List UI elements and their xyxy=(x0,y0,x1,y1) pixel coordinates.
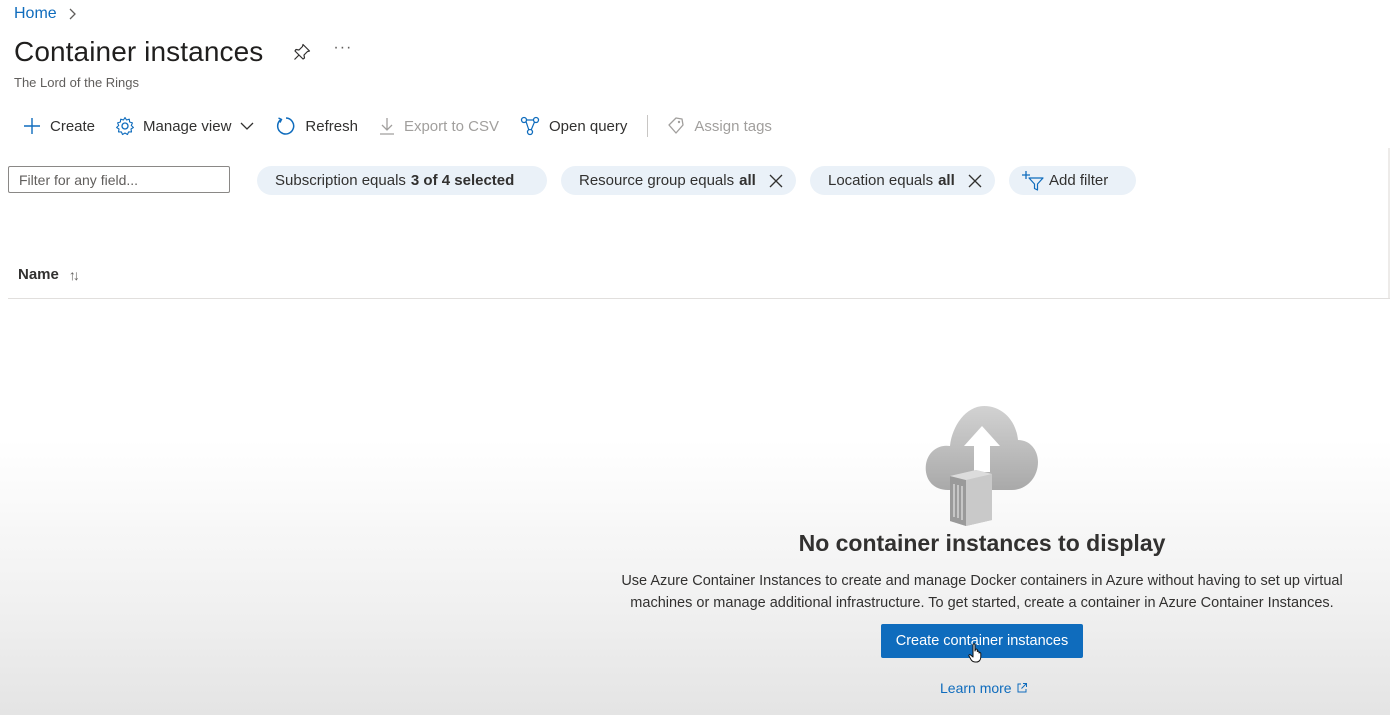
close-icon[interactable] xyxy=(967,173,983,189)
filter-pill-value: all xyxy=(739,172,756,189)
open-query-button[interactable]: Open query xyxy=(519,115,627,137)
filter-pill-subscription[interactable]: Subscription equals 3 of 4 selected xyxy=(257,166,547,195)
filter-search-input[interactable] xyxy=(8,166,230,193)
chevron-down-icon xyxy=(240,122,254,130)
manage-view-label: Manage view xyxy=(143,117,232,135)
breadcrumb-home-link[interactable]: Home xyxy=(14,5,57,23)
refresh-label: Refresh xyxy=(305,117,358,135)
refresh-icon xyxy=(277,117,295,135)
title-row: Container instances ··· xyxy=(14,36,352,68)
empty-state-description-line: Use Azure Container Instances to create … xyxy=(621,573,1343,589)
chevron-right-icon xyxy=(66,5,80,23)
create-container-instances-button[interactable]: Create container instances xyxy=(881,624,1083,658)
refresh-button[interactable]: Refresh xyxy=(275,115,358,137)
filter-pill-location[interactable]: Location equals all xyxy=(810,166,995,195)
filter-pill-label: Location equals xyxy=(828,172,934,189)
sort-icon[interactable]: ↑↓ xyxy=(69,267,80,283)
cloud-upload-container-icon xyxy=(925,406,1038,526)
create-label: Create xyxy=(50,117,96,135)
toolbar-divider xyxy=(647,115,649,137)
pin-icon[interactable] xyxy=(291,41,313,63)
assign-tags-button[interactable]: Assign tags xyxy=(666,116,772,136)
empty-state-description-line: machines or manage additional infrastruc… xyxy=(630,595,1334,611)
column-header-name[interactable]: Name ↑↓ xyxy=(18,266,80,283)
open-query-label: Open query xyxy=(549,117,628,135)
assign-tags-label: Assign tags xyxy=(694,117,772,135)
page-title: Container instances xyxy=(14,36,264,67)
add-filter-label: Add filter xyxy=(1049,172,1109,189)
filter-pill-label: Subscription equals xyxy=(275,172,406,189)
empty-state-title: No container instances to display xyxy=(798,530,1166,556)
filter-pill-resource-group[interactable]: Resource group equals all xyxy=(561,166,796,195)
grid-header-divider xyxy=(8,298,1390,299)
column-header-label: Name xyxy=(18,266,59,283)
plus-icon xyxy=(24,118,40,134)
filter-pill-value: all xyxy=(938,172,955,189)
create-button[interactable]: Create xyxy=(22,116,95,136)
page-subtitle: The Lord of the Rings xyxy=(14,75,140,90)
gear-icon xyxy=(116,116,134,136)
download-icon xyxy=(379,118,394,135)
filter-pill-label: Resource group equals xyxy=(579,172,735,189)
learn-more-label: Learn more xyxy=(940,680,1012,696)
export-csv-button[interactable]: Export to CSV xyxy=(378,116,499,136)
external-link-icon xyxy=(1017,683,1027,693)
learn-more-link[interactable]: Learn more xyxy=(940,680,1028,696)
empty-state-description: Use Azure Container Instances to create … xyxy=(585,570,1379,614)
export-csv-label: Export to CSV xyxy=(403,117,499,135)
query-graph-icon xyxy=(520,116,540,136)
add-filter-button[interactable]: Add filter xyxy=(1009,166,1136,195)
more-actions-icon[interactable]: ··· xyxy=(333,39,352,57)
close-icon[interactable] xyxy=(768,173,784,189)
breadcrumb: Home xyxy=(14,5,80,23)
add-filter-icon xyxy=(1022,170,1044,191)
filter-pill-value: 3 of 4 selected xyxy=(410,172,515,189)
command-bar: Create Manage view Refresh Export to CSV… xyxy=(22,112,792,140)
tag-icon xyxy=(668,117,685,134)
manage-view-button[interactable]: Manage view xyxy=(115,116,255,136)
